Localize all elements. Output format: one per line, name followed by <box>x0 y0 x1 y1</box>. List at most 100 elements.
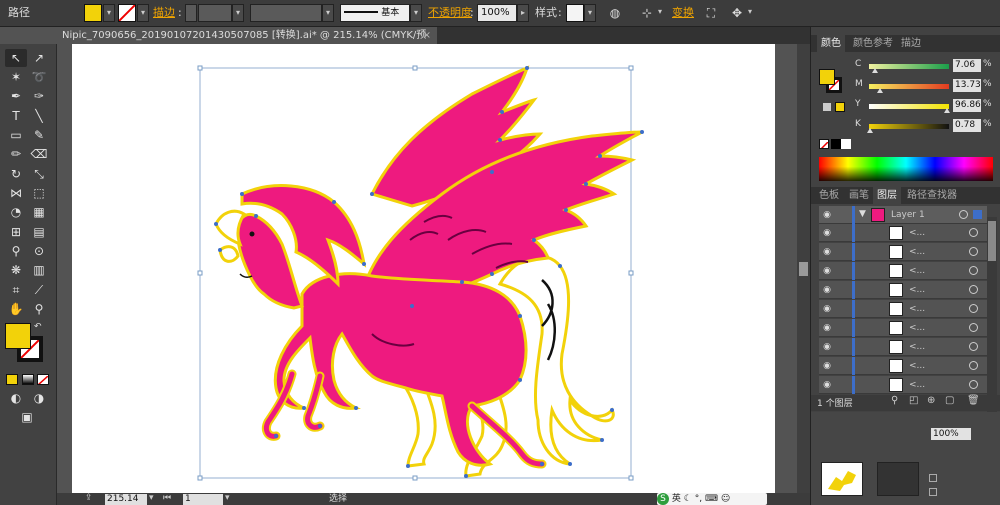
transform-link[interactable]: 变换 <box>672 4 694 22</box>
hand-tool-icon[interactable]: ✋ <box>5 300 27 318</box>
artboard-tool-icon[interactable]: ⌗ <box>5 281 27 299</box>
fill-color-swatch[interactable] <box>84 4 102 22</box>
column-graph-tool-icon[interactable]: ▥ <box>28 261 50 279</box>
sublayer-row[interactable]: ◉ <... <box>819 376 987 394</box>
tab-color-guide[interactable]: 颜色参考 <box>849 35 897 52</box>
transparency-opacity-input[interactable]: 100% <box>931 428 971 440</box>
sublayer-eye-icon[interactable]: ◉ <box>821 227 833 239</box>
close-tab-icon[interactable]: × <box>423 27 431 44</box>
sublayer-name[interactable]: <... <box>909 300 925 318</box>
artboard-number-input[interactable]: 1 <box>183 494 223 505</box>
sublayer-row[interactable]: ◉ <... <box>819 319 987 337</box>
free-transform-tool-icon[interactable]: ⬚ <box>28 184 50 202</box>
pen-tool-icon[interactable]: ✒ <box>5 87 27 105</box>
layer-row-main[interactable]: ◉ ▼ Layer 1 <box>819 206 987 224</box>
sublayer-row[interactable]: ◉ <... <box>819 243 987 261</box>
line-tool-icon[interactable]: ╲ <box>28 107 50 125</box>
channel-c-track[interactable] <box>869 64 949 69</box>
lasso-tool-icon[interactable]: ➰ <box>28 68 50 86</box>
align-arrow[interactable]: ▾ <box>654 4 666 22</box>
gradient-mode-icon[interactable] <box>22 374 34 385</box>
layer-visibility-eye-icon[interactable]: ◉ <box>821 209 833 221</box>
curvature-tool-icon[interactable]: ✑ <box>28 87 50 105</box>
sublayer-target-icon[interactable] <box>969 247 978 256</box>
channel-k-track[interactable] <box>869 124 949 129</box>
canvas-vertical-scrollbar[interactable] <box>797 44 810 493</box>
locate-object-icon[interactable]: ⚲ <box>891 395 898 406</box>
gradient-tool-icon[interactable]: ▤ <box>28 223 50 241</box>
slider-y[interactable]: Y 96.86 % <box>855 99 1000 113</box>
sublayer-eye-icon[interactable]: ◉ <box>821 360 833 372</box>
channel-c-value[interactable]: 7.06 <box>953 59 981 72</box>
layer-selection-indicator[interactable] <box>973 210 982 219</box>
eyedropper-tool-icon[interactable]: ⚲ <box>5 242 27 260</box>
color-mode-icon[interactable] <box>6 374 18 385</box>
tab-stroke[interactable]: 描边 <box>897 35 925 52</box>
screen-mode-icon[interactable]: ▣ <box>16 408 38 426</box>
tab-swatches[interactable]: 色板 <box>815 187 843 204</box>
rotate-tool-icon[interactable]: ↻ <box>5 165 27 183</box>
sublayer-row[interactable]: ◉ <... <box>819 300 987 318</box>
isolate-icon[interactable]: ⛶ <box>702 4 720 22</box>
draw-inside-icon[interactable]: ◑ <box>28 389 50 407</box>
channel-c-marker[interactable] <box>871 68 878 73</box>
graphic-style-swatch[interactable] <box>566 4 584 22</box>
mask-thumbnail[interactable] <box>877 462 919 496</box>
slider-m[interactable]: M 13.73 % <box>855 79 1000 93</box>
sublayer-row[interactable]: ◉ <... <box>819 357 987 375</box>
sublayer-target-icon[interactable] <box>969 228 978 237</box>
arrange-arrow[interactable]: ▾ <box>744 4 756 22</box>
channel-k-marker[interactable] <box>866 128 873 133</box>
black-color-icon[interactable] <box>831 139 841 149</box>
direct-selection-tool-icon[interactable]: ↗ <box>28 49 50 67</box>
make-clipping-mask-icon[interactable]: ◰ <box>909 395 918 406</box>
new-layer-icon[interactable]: ▢ <box>945 395 954 406</box>
paintbrush-tool-icon[interactable]: ✎ <box>28 126 50 144</box>
ime-lang-icon[interactable]: 英 <box>672 494 681 504</box>
slice-tool-icon[interactable]: ⟋ <box>28 281 50 299</box>
sublayer-eye-icon[interactable]: ◉ <box>821 284 833 296</box>
sublayer-eye-icon[interactable]: ◉ <box>821 303 833 315</box>
sublayer-name[interactable]: <... <box>909 376 925 394</box>
sublayer-name[interactable]: <... <box>909 319 925 337</box>
sublayer-name[interactable]: <... <box>909 243 925 261</box>
sublayer-eye-icon[interactable]: ◉ <box>821 341 833 353</box>
sublayer-eye-icon[interactable]: ◉ <box>821 379 833 391</box>
scale-tool-icon[interactable]: ⤡ <box>28 165 50 183</box>
channel-k-value[interactable]: 0.78 <box>953 119 981 132</box>
opacity-input[interactable]: 100% <box>477 4 517 22</box>
sublayer-eye-icon[interactable]: ◉ <box>821 265 833 277</box>
stroke-weight-input[interactable] <box>198 4 232 22</box>
brush-arrow[interactable]: ▾ <box>410 4 422 22</box>
recolor-artwork-icon[interactable]: ◍ <box>606 4 624 22</box>
tab-layers[interactable]: 图层 <box>873 187 901 204</box>
bbox-handle-tl[interactable] <box>197 65 203 71</box>
sublayer-target-icon[interactable] <box>969 323 978 332</box>
out-of-gamut-icon[interactable] <box>823 103 831 111</box>
sublayer-target-icon[interactable] <box>969 304 978 313</box>
sublayer-name[interactable]: <... <box>909 281 925 299</box>
draw-mode-icon[interactable]: ◐ <box>5 389 27 407</box>
ime-keyboard-icon[interactable]: ⌨ <box>705 494 718 504</box>
sublayer-row[interactable]: ◉ <... <box>819 338 987 356</box>
none-color-icon[interactable] <box>819 139 829 149</box>
clip-checkbox[interactable] <box>929 474 937 482</box>
channel-m-marker[interactable] <box>877 88 884 93</box>
bbox-handle-br[interactable] <box>628 475 634 481</box>
bbox-handle-bl[interactable] <box>197 475 203 481</box>
channel-m-value[interactable]: 13.73 <box>953 79 981 92</box>
sublayer-row[interactable]: ◉ <... <box>819 281 987 299</box>
style-arrow[interactable]: ▾ <box>584 4 596 22</box>
layer-expand-icon[interactable]: ▼ <box>859 209 866 219</box>
opacity-label[interactable]: 不透明度 <box>428 4 472 22</box>
blend-tool-icon[interactable]: ⊙ <box>28 242 50 260</box>
opacity-arrow[interactable]: ▸ <box>517 4 529 22</box>
sublayer-eye-icon[interactable]: ◉ <box>821 322 833 334</box>
stroke-label[interactable]: 描边 <box>153 4 175 22</box>
ime-toolbar[interactable]: S 英 ☾ °, ⌨ ☺ <box>657 493 767 505</box>
pencil-tool-icon[interactable]: ✏ <box>5 145 27 163</box>
none-mode-icon[interactable] <box>37 374 49 385</box>
type-tool-icon[interactable]: T <box>5 107 27 125</box>
channel-y-marker[interactable] <box>943 108 950 113</box>
sublayer-target-icon[interactable] <box>969 285 978 294</box>
